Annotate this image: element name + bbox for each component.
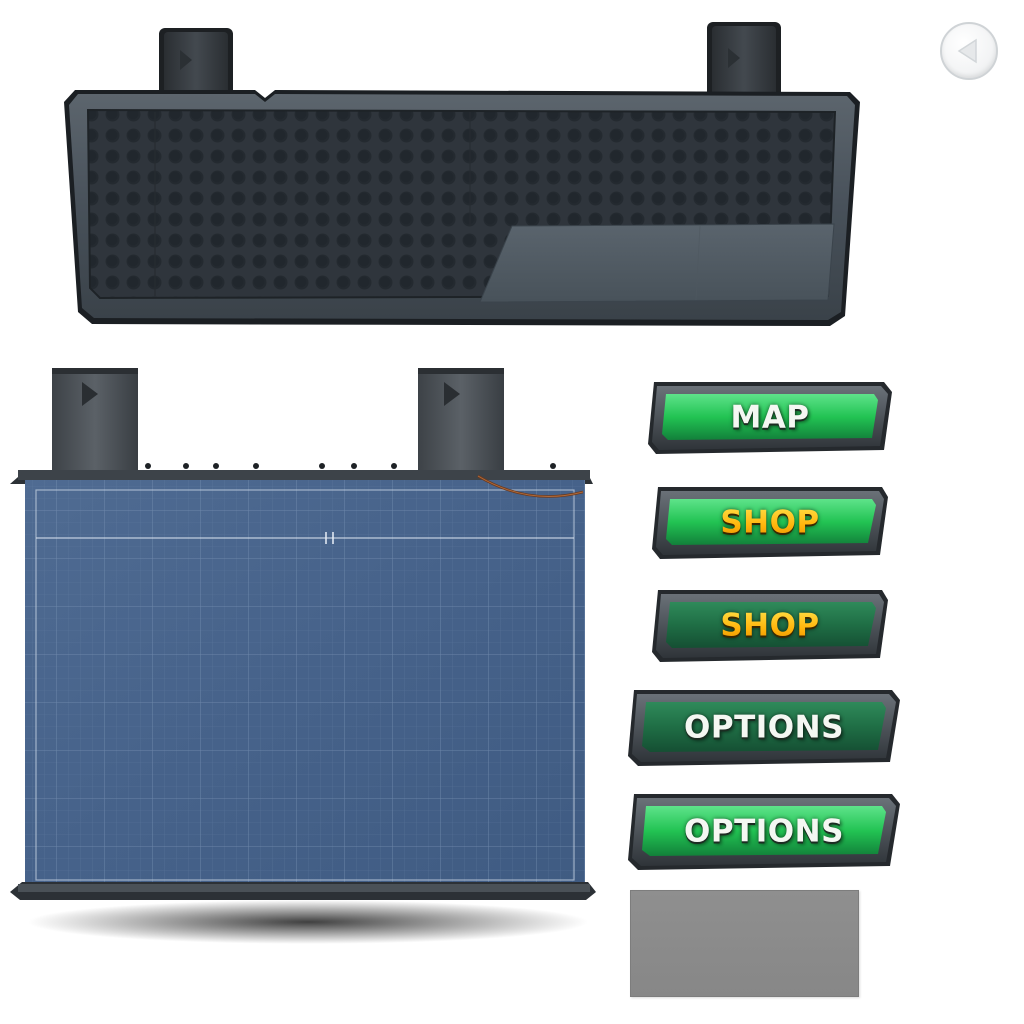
back-arrow-icon [957, 38, 977, 64]
back-button[interactable] [940, 22, 998, 80]
blueprint-board [8, 366, 603, 946]
map-button[interactable]: MAP [646, 380, 894, 456]
top-status-panel [60, 20, 865, 330]
options-button-active[interactable]: OPTIONS [626, 792, 902, 872]
options-button[interactable]: OPTIONS [626, 688, 902, 768]
board-hanger-right [418, 368, 504, 472]
grey-placeholder-panel [630, 890, 859, 997]
board-hanger-left [52, 368, 138, 472]
shop-button-active[interactable]: SHOP [650, 485, 890, 561]
shop-button[interactable]: SHOP [650, 588, 890, 664]
